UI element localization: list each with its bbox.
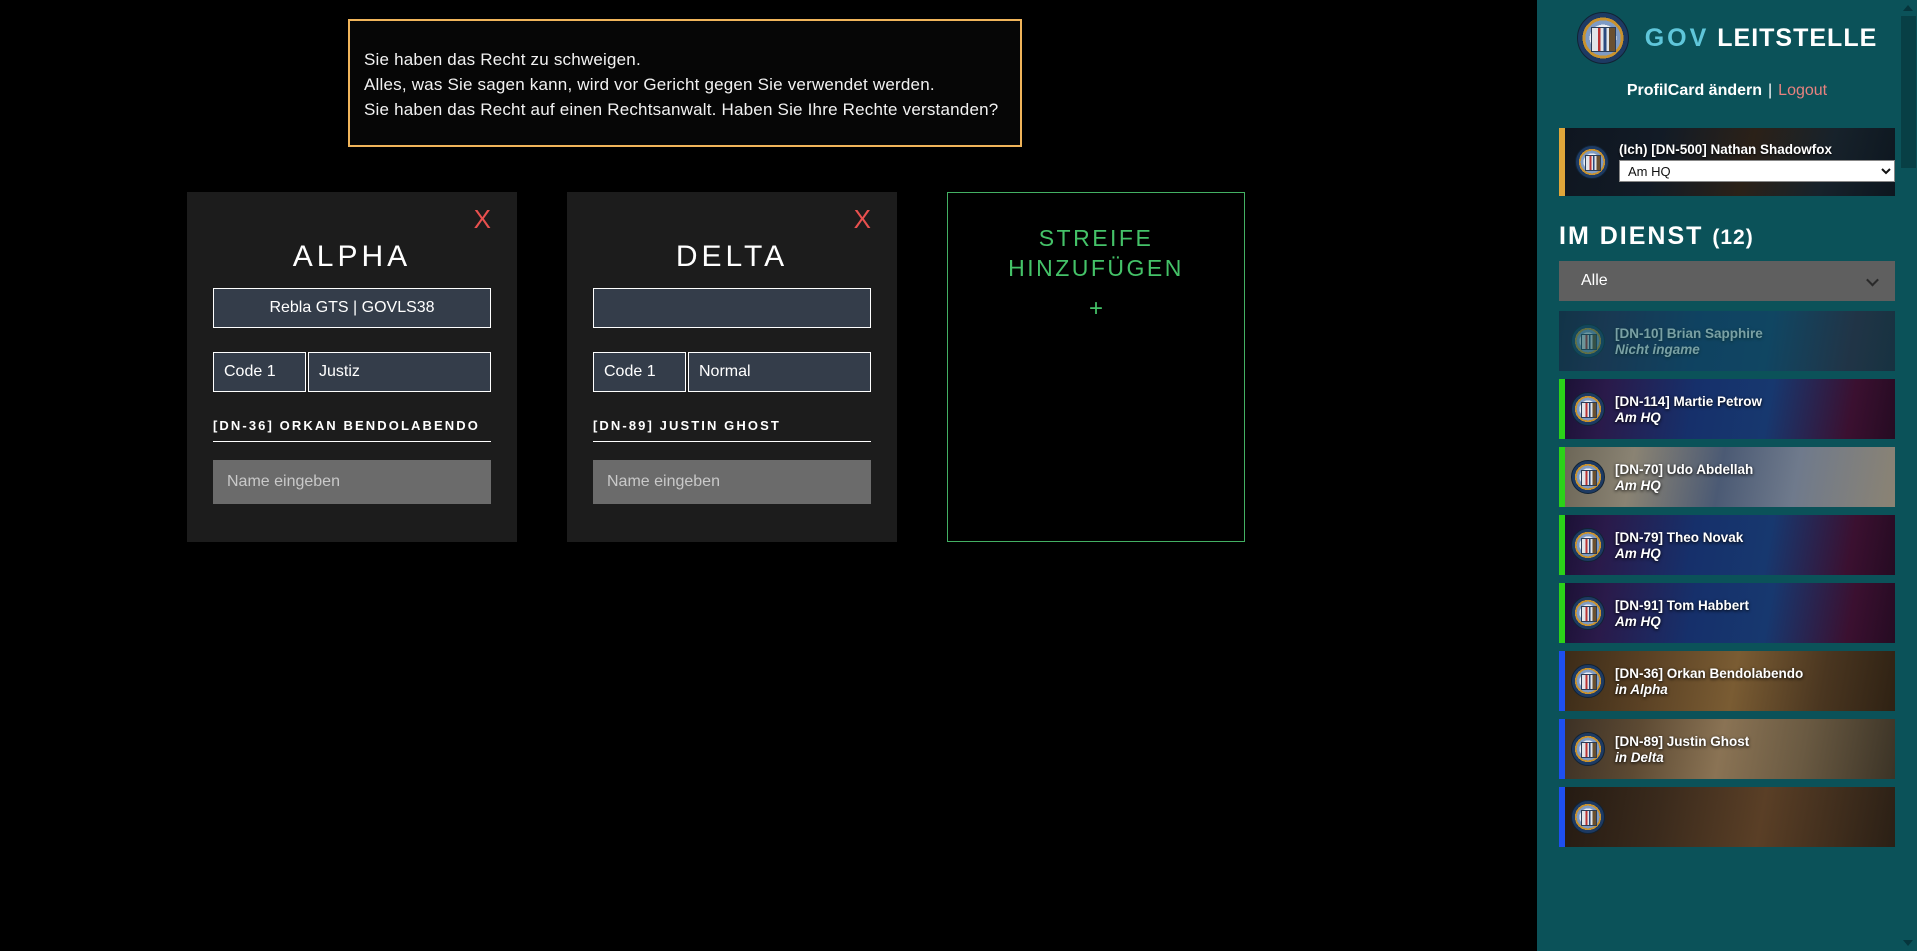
officer-name: [DN-91] Tom Habbert	[1615, 597, 1750, 613]
miranda-line-1: Sie haben das Recht zu schweigen.	[364, 50, 641, 69]
on-duty-count: (12)	[1712, 226, 1754, 249]
officer-status: Am HQ	[1615, 545, 1661, 561]
officer-status: Nicht ingame	[1615, 341, 1700, 357]
officer-name: [DN-114] Martie Petrow	[1615, 393, 1763, 409]
officer-card-body: [DN-36] Orkan Bendolabendo in Alpha	[1615, 666, 1803, 697]
officer-name: [DN-79] Theo Novak	[1615, 529, 1744, 545]
city-seal-icon	[1571, 732, 1605, 766]
city-seal-icon	[1571, 596, 1605, 630]
officer-list-item[interactable]	[1559, 787, 1895, 847]
add-officer-name-input[interactable]	[213, 460, 491, 504]
officer-list: [DN-10] Brian Sapphire Nicht ingame [DN-11…	[1559, 311, 1895, 847]
officer-name: [DN-89] Justin Ghost	[1615, 733, 1750, 749]
scrollbar-thumb[interactable]	[1901, 16, 1916, 168]
header-links: ProfilCard ändern | Logout	[1559, 82, 1895, 100]
miranda-rights-banner: Sie haben das Recht zu schweigen. Alles,…	[348, 19, 1022, 147]
city-seal-icon	[1571, 800, 1605, 834]
officer-card-body: [DN-70] Udo Abdellah Am HQ	[1615, 462, 1753, 493]
self-officer-card[interactable]: (Ich) [DN-500] Nathan Shadowfox Am HQ	[1559, 128, 1895, 196]
officer-list-item[interactable]: [DN-114] Martie Petrow Am HQ	[1559, 379, 1895, 439]
on-duty-heading: IM DIENST (12)	[1559, 222, 1895, 251]
officer-status: in Alpha	[1615, 681, 1668, 697]
profilcard-aendern-link[interactable]: ProfilCard ändern	[1627, 82, 1762, 99]
patrol-title: ALPHA	[292, 240, 412, 273]
officer-list-item[interactable]: [DN-79] Theo Novak Am HQ	[1559, 515, 1895, 575]
officer-status: Am HQ	[1615, 477, 1661, 493]
officer-card-body: [DN-10] Brian Sapphire Nicht ingame	[1615, 326, 1763, 357]
officer-card-body: [DN-79] Theo Novak Am HQ	[1615, 530, 1743, 561]
status-indicator-bar	[1559, 379, 1565, 439]
officer-card-body: [DN-91] Tom Habbert Am HQ	[1615, 598, 1749, 629]
officer-list-item[interactable]: [DN-70] Udo Abdellah Am HQ	[1559, 447, 1895, 507]
officer-list-item[interactable]: [DN-91] Tom Habbert Am HQ	[1559, 583, 1895, 643]
scroll-down-arrow-icon[interactable]	[1903, 940, 1913, 946]
vehicle-input[interactable]	[213, 288, 491, 328]
brand-title: GOV LEITSTELLE	[1645, 24, 1878, 53]
add-patrol-label-line1: STREIFE	[1038, 225, 1154, 251]
officer-card-body: [DN-89] Justin Ghost in Delta	[1615, 734, 1749, 765]
city-seal-icon	[1571, 664, 1605, 698]
status-indicator-bar	[1559, 787, 1565, 847]
patrol-status-input[interactable]	[688, 352, 871, 392]
app-root: Sie haben das Recht zu schweigen. Alles,…	[0, 0, 1917, 951]
city-seal-icon	[1571, 324, 1605, 358]
code-input[interactable]	[213, 352, 306, 392]
city-seal-icon	[1575, 145, 1609, 179]
brand-leitstelle-text: LEITSTELLE	[1717, 23, 1878, 52]
officer-name: [DN-36] Orkan Bendolabendo	[1615, 665, 1804, 681]
officer-status: Am HQ	[1615, 409, 1661, 425]
sidebar: GOV LEITSTELLE ProfilCard ändern | Logout …	[1537, 0, 1917, 951]
add-patrol-button[interactable]: STREIFE HINZUFÜGEN +	[947, 192, 1245, 542]
duty-filter-select[interactable]: Alle	[1559, 261, 1895, 301]
self-card-body: (Ich) [DN-500] Nathan Shadowfox Am HQ	[1619, 142, 1895, 182]
officer-list-item[interactable]: [DN-89] Justin Ghost in Delta	[1559, 719, 1895, 779]
city-seal-icon	[1571, 528, 1605, 562]
on-duty-label: IM DIENST	[1559, 222, 1704, 250]
patrol-title: DELTA	[675, 240, 789, 273]
city-seal-icon	[1571, 460, 1605, 494]
plus-icon: +	[1088, 295, 1103, 322]
officer-status: in Delta	[1615, 749, 1664, 765]
officer-list-item[interactable]: [DN-10] Brian Sapphire Nicht ingame	[1559, 311, 1895, 371]
status-indicator-bar	[1559, 719, 1565, 779]
status-indicator-bar	[1559, 311, 1565, 371]
vehicle-input[interactable]	[593, 288, 871, 328]
add-officer-name-input[interactable]	[593, 460, 871, 504]
status-indicator-bar	[1559, 515, 1565, 575]
patrol-card-delta: X DELTA [DN-89] JUSTIN GHOST	[567, 192, 897, 542]
chevron-down-icon	[1866, 273, 1879, 287]
officer-name: [DN-70] Udo Abdellah	[1615, 461, 1754, 477]
patrol-card-alpha: X ALPHA [DN-36] ORKAN BENDOLABENDO	[187, 192, 517, 542]
logout-link[interactable]: Logout	[1778, 82, 1827, 99]
patrol-status-input[interactable]	[308, 352, 491, 392]
add-patrol-label-line2: HINZUFÜGEN	[1008, 255, 1184, 281]
officer-status: Am HQ	[1615, 613, 1661, 629]
city-seal-icon	[1571, 392, 1605, 426]
miranda-line-2: Alles, was Sie sagen kann, wird vor Geri…	[364, 75, 935, 94]
officer-card-body: [DN-114] Martie Petrow Am HQ	[1615, 394, 1762, 425]
self-officer-name: (Ich) [DN-500] Nathan Shadowfox	[1619, 142, 1833, 157]
code-input[interactable]	[593, 352, 686, 392]
officer-list-item[interactable]: [DN-36] Orkan Bendolabendo in Alpha	[1559, 651, 1895, 711]
assigned-officer-label: [DN-36] ORKAN BENDOLABENDO	[213, 418, 491, 442]
status-indicator-bar	[1559, 651, 1565, 711]
assigned-officer-label: [DN-89] JUSTIN GHOST	[593, 418, 871, 442]
patrol-code-row	[213, 352, 491, 392]
link-separator: |	[1768, 82, 1773, 99]
miranda-line-3: Sie haben das Recht auf einen Rechtsanwa…	[364, 100, 999, 119]
brand-header: GOV LEITSTELLE	[1559, 0, 1895, 64]
status-indicator-bar	[1559, 447, 1565, 507]
duty-filter-value: Alle	[1581, 272, 1608, 289]
patrol-code-row	[593, 352, 871, 392]
close-icon[interactable]: X	[474, 206, 491, 232]
close-icon[interactable]: X	[854, 206, 871, 232]
self-status-select[interactable]: Am HQ	[1619, 160, 1895, 182]
scroll-up-arrow-icon[interactable]	[1903, 5, 1913, 11]
brand-gov-text: GOV	[1644, 23, 1710, 52]
officer-name: [DN-10] Brian Sapphire	[1615, 325, 1763, 341]
status-indicator-bar	[1559, 583, 1565, 643]
sidebar-scrollbar[interactable]	[1900, 0, 1917, 951]
city-seal-icon	[1576, 12, 1629, 64]
